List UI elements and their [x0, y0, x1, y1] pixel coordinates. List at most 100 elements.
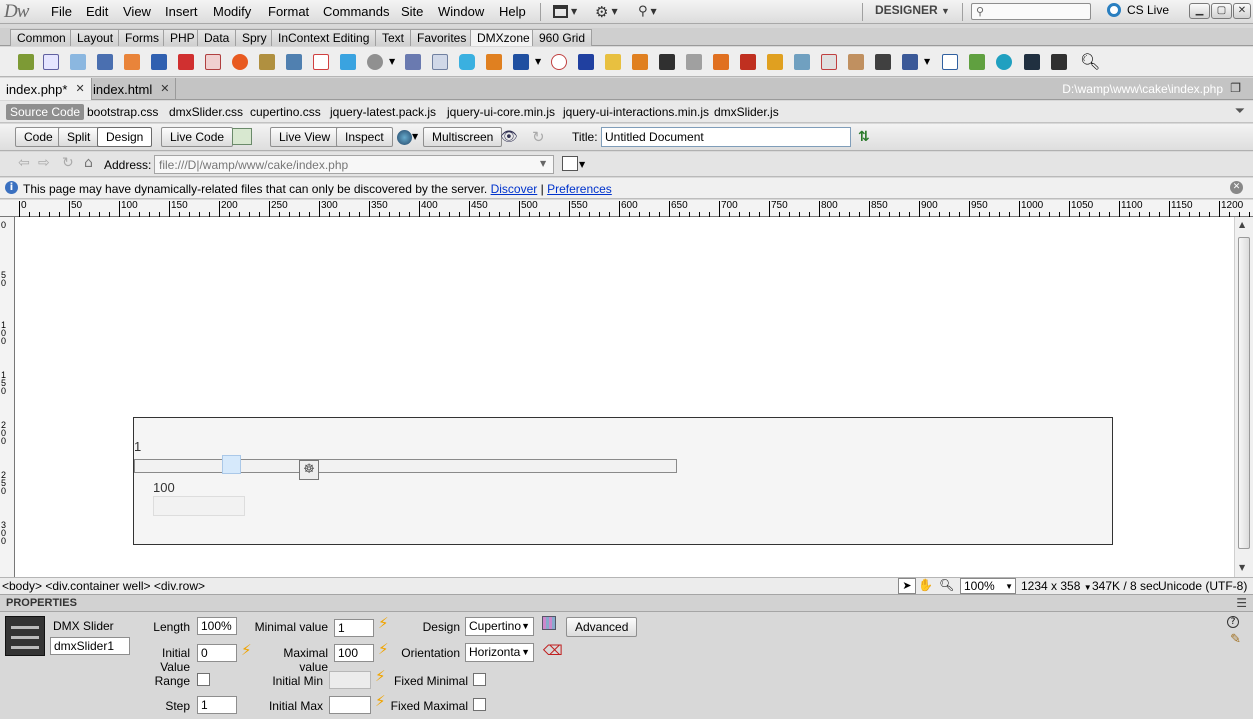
menu-commands[interactable]: Commands [323, 4, 389, 19]
screen-icon[interactable] [513, 54, 529, 70]
calendar-icon[interactable] [178, 54, 194, 70]
refresh-icon[interactable]: ↻ [62, 155, 74, 171]
tile-icon[interactable] [459, 54, 475, 70]
multiscreen-button[interactable]: Multiscreen [423, 127, 503, 147]
dynamic-data-icon[interactable]: ⚡ [378, 616, 389, 631]
tab-php[interactable]: PHP [163, 29, 202, 46]
window-icon[interactable] [151, 54, 167, 70]
workspace-switcher[interactable]: DESIGNER ▼ [875, 3, 950, 17]
box-icon[interactable] [848, 54, 864, 70]
widget-settings-icon[interactable]: ☸ [299, 460, 319, 480]
fixed-minimal-checkbox[interactable] [473, 673, 486, 686]
help-search-input[interactable]: ⚲ [971, 3, 1091, 20]
fullscreen-icon[interactable] [942, 54, 958, 70]
calendar-grid-icon[interactable] [313, 54, 329, 70]
fixed-maximal-checkbox[interactable] [473, 698, 486, 711]
close-icon[interactable]: ✕ [1230, 181, 1243, 194]
window-size[interactable]: 1234 x 358 ▼ [1021, 579, 1092, 593]
eraser-icon[interactable]: ⌫ [543, 643, 563, 659]
menu-window[interactable]: Window [438, 4, 484, 19]
chevron-down-icon[interactable]: ▼ [540, 159, 546, 168]
doc-tab-index-html[interactable]: index.html ✕ [87, 78, 177, 100]
refresh-icon[interactable] [486, 54, 502, 70]
initial-min-input[interactable] [329, 671, 371, 689]
video-icon[interactable] [659, 54, 675, 70]
chevron-down-icon[interactable]: ▼ [924, 57, 930, 66]
tab-text[interactable]: Text [375, 29, 412, 46]
range-checkbox[interactable] [197, 673, 210, 686]
tab-960-grid[interactable]: 960 Grid [532, 29, 593, 46]
zoom-tool-icon[interactable]: 🔍︎ [939, 578, 954, 592]
advanced-button[interactable]: Advanced [566, 617, 638, 637]
bookmark-icon[interactable] [821, 54, 837, 70]
related-source-code[interactable]: Source Code [6, 104, 85, 120]
widget-id-input[interactable] [50, 637, 130, 655]
flash-icon[interactable] [367, 54, 383, 70]
split-view-button[interactable]: Split [58, 127, 100, 147]
chevron-down-icon[interactable]: ▼ [535, 57, 541, 66]
tab-spry[interactable]: Spry [235, 29, 274, 46]
preferences-link[interactable]: Preferences [547, 182, 612, 196]
vertical-scrollbar[interactable]: ▲ ▼ [1234, 217, 1253, 577]
quick-tag-editor-icon[interactable]: ✎ [1230, 632, 1241, 647]
select-tool-icon[interactable]: ➤ [898, 578, 916, 594]
slider-widget-icon[interactable] [1051, 54, 1067, 70]
menu-format[interactable]: Format [268, 4, 309, 19]
scrollbar-thumb[interactable] [1238, 237, 1250, 549]
close-button[interactable]: ✕ [1233, 3, 1251, 19]
hand-tool-icon[interactable]: ✋ [918, 578, 933, 592]
back-icon[interactable]: ⇦ [18, 155, 30, 171]
chevron-down-icon[interactable]: ▼ [412, 132, 418, 141]
note-icon[interactable] [259, 54, 275, 70]
eye-icon[interactable]: 👁︎ [500, 129, 518, 145]
menu-view[interactable]: View [123, 4, 151, 19]
rss-icon[interactable] [713, 54, 729, 70]
related-jquery-latest[interactable]: jquery-latest.pack.js [326, 104, 440, 120]
minimal-value-input[interactable] [334, 619, 374, 637]
extend-menu[interactable]: ⚙ ▼ [595, 3, 618, 21]
code-view-button[interactable]: Code [15, 127, 62, 147]
related-jquery-ui-core[interactable]: jquery-ui-core.min.js [443, 104, 559, 120]
related-bootstrap-css[interactable]: bootstrap.css [83, 104, 162, 120]
maximize-button[interactable]: ▢ [1211, 3, 1232, 19]
minimize-button[interactable]: ▁ [1189, 3, 1210, 19]
document-icon[interactable] [405, 54, 421, 70]
browser-options-icon[interactable] [562, 156, 578, 171]
tab-favorites[interactable]: Favorites [410, 29, 474, 46]
design-select[interactable]: Cupertino [465, 617, 534, 636]
check-page-icon[interactable] [232, 128, 252, 145]
twitter-icon[interactable] [340, 54, 356, 70]
discover-link[interactable]: Discover [491, 182, 538, 196]
menu-insert[interactable]: Insert [165, 4, 198, 19]
table-icon[interactable] [794, 54, 810, 70]
image-icon[interactable] [286, 54, 302, 70]
photo-icon[interactable] [632, 54, 648, 70]
menu-file[interactable]: File [51, 4, 72, 19]
checklist-icon[interactable] [969, 54, 985, 70]
menu-site[interactable]: Site [401, 4, 423, 19]
close-icon[interactable]: ✕ [160, 79, 169, 100]
page-title-input[interactable] [601, 127, 851, 147]
home-icon[interactable]: ⌂ [84, 155, 93, 171]
clapper-icon[interactable] [875, 54, 891, 70]
bug-icon[interactable] [18, 54, 34, 70]
tag-selector[interactable]: <body> <div.container well> <div.row> [2, 579, 205, 593]
length-input[interactable] [197, 617, 237, 635]
inspect-button[interactable]: Inspect [336, 127, 393, 147]
dynamic-data-icon[interactable]: ⚡ [241, 643, 252, 658]
live-view-button[interactable]: Live View [270, 127, 340, 147]
pause-icon[interactable] [996, 54, 1012, 70]
slideshow-icon[interactable] [740, 54, 756, 70]
refresh-icon[interactable]: ↻ [532, 128, 545, 146]
scroll-up-icon[interactable]: ▲ [1239, 220, 1245, 229]
edit-page-icon[interactable] [43, 54, 59, 70]
tab-data[interactable]: Data [197, 29, 237, 46]
list-icon[interactable] [578, 54, 594, 70]
facebook-icon[interactable] [902, 54, 918, 70]
cursor-icon[interactable] [70, 54, 86, 70]
layers-icon[interactable] [124, 54, 140, 70]
slider-handle[interactable] [222, 455, 241, 474]
tab-dmxzone[interactable]: DMXzone [470, 29, 537, 46]
page-icon[interactable] [432, 54, 448, 70]
properties-header[interactable]: PROPERTIES ☰ [0, 594, 1253, 612]
